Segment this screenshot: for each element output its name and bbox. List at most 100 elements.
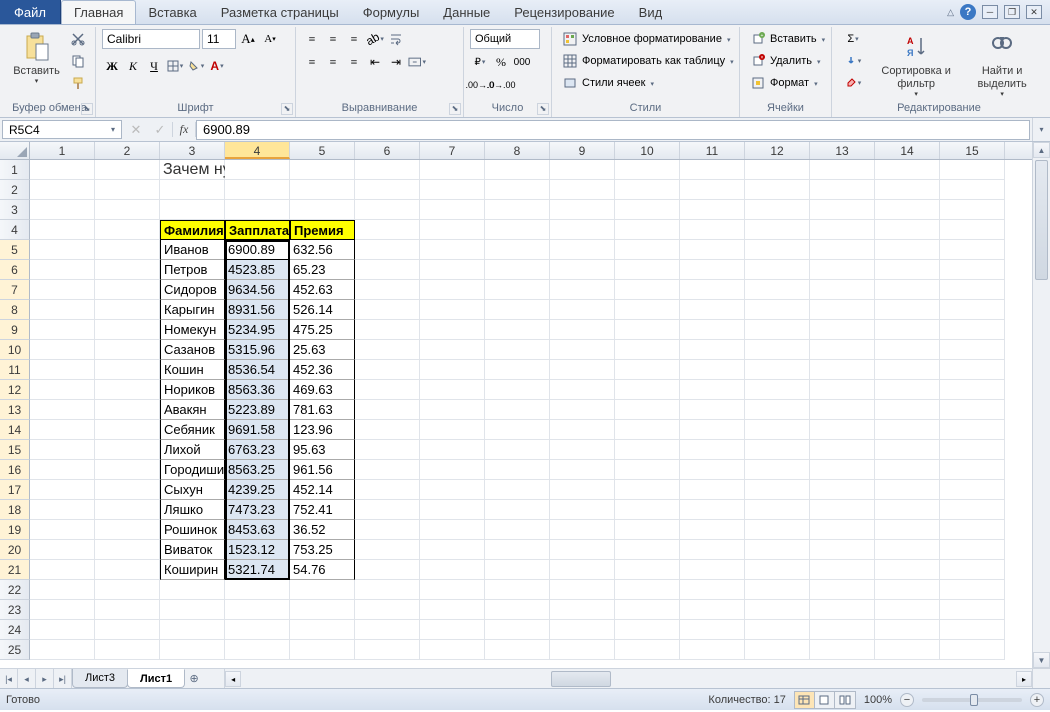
- cell[interactable]: [95, 540, 160, 560]
- cell[interactable]: [680, 220, 745, 240]
- cell[interactable]: [810, 240, 875, 260]
- row-header[interactable]: 3: [0, 200, 30, 220]
- cell[interactable]: [30, 600, 95, 620]
- help-icon[interactable]: ?: [960, 4, 976, 20]
- cell[interactable]: [485, 360, 550, 380]
- cell[interactable]: [95, 560, 160, 580]
- cell[interactable]: [615, 480, 680, 500]
- cell[interactable]: [940, 220, 1005, 240]
- cell[interactable]: [355, 600, 420, 620]
- cell[interactable]: 475.25: [290, 320, 355, 340]
- sheet-nav-prev[interactable]: ◂: [18, 669, 36, 688]
- cell[interactable]: [95, 220, 160, 240]
- cell[interactable]: [95, 460, 160, 480]
- format-as-table-button[interactable]: Форматировать как таблицу: [558, 51, 738, 71]
- cell[interactable]: [745, 460, 810, 480]
- cell[interactable]: [485, 420, 550, 440]
- cell[interactable]: Авакян: [160, 400, 225, 420]
- accounting-format-button[interactable]: ₽: [470, 52, 490, 72]
- zoom-in-button[interactable]: +: [1030, 693, 1044, 707]
- cell[interactable]: [940, 300, 1005, 320]
- row-header[interactable]: 5: [0, 240, 30, 260]
- cell[interactable]: [95, 320, 160, 340]
- cell[interactable]: [680, 340, 745, 360]
- cell[interactable]: [810, 180, 875, 200]
- cell[interactable]: [615, 580, 680, 600]
- orientation-button[interactable]: ab: [365, 29, 385, 49]
- col-header[interactable]: 12: [745, 142, 810, 159]
- row-header[interactable]: 8: [0, 300, 30, 320]
- cell[interactable]: [550, 260, 615, 280]
- cell[interactable]: 526.14: [290, 300, 355, 320]
- cell[interactable]: [420, 560, 485, 580]
- sheet-nav-last[interactable]: ▸|: [54, 669, 72, 688]
- cell[interactable]: [680, 160, 745, 180]
- cell[interactable]: [420, 200, 485, 220]
- cell[interactable]: [940, 500, 1005, 520]
- cell[interactable]: [940, 340, 1005, 360]
- row-header[interactable]: 16: [0, 460, 30, 480]
- cell[interactable]: [875, 420, 940, 440]
- cell[interactable]: [550, 200, 615, 220]
- cell[interactable]: [875, 280, 940, 300]
- cell[interactable]: [160, 620, 225, 640]
- cell[interactable]: [485, 520, 550, 540]
- row-header[interactable]: 15: [0, 440, 30, 460]
- zoom-slider[interactable]: [922, 698, 1022, 702]
- cell[interactable]: [550, 480, 615, 500]
- cell[interactable]: [940, 600, 1005, 620]
- cell[interactable]: [615, 320, 680, 340]
- col-header[interactable]: 4: [225, 142, 290, 159]
- clipboard-launcher[interactable]: ⬊: [81, 103, 93, 115]
- cell[interactable]: [355, 480, 420, 500]
- cell[interactable]: 54.76: [290, 560, 355, 580]
- cell[interactable]: 7473.23: [225, 500, 290, 520]
- cell[interactable]: [420, 540, 485, 560]
- cell[interactable]: [30, 460, 95, 480]
- vertical-scrollbar[interactable]: ▲ ▼: [1032, 142, 1050, 668]
- increase-indent-button[interactable]: ⇥: [386, 52, 406, 72]
- cell[interactable]: [940, 620, 1005, 640]
- cell[interactable]: [95, 180, 160, 200]
- align-middle-button[interactable]: ≡: [323, 29, 343, 49]
- cell[interactable]: [745, 400, 810, 420]
- delete-cells-button[interactable]: × Удалить: [746, 51, 825, 71]
- hscroll-right[interactable]: ▸: [1016, 671, 1032, 687]
- cell[interactable]: [160, 200, 225, 220]
- cell[interactable]: [615, 460, 680, 480]
- cell[interactable]: [95, 380, 160, 400]
- cell[interactable]: [160, 180, 225, 200]
- cell[interactable]: [420, 320, 485, 340]
- cell[interactable]: 25.63: [290, 340, 355, 360]
- cell[interactable]: [30, 320, 95, 340]
- align-bottom-button[interactable]: ≡: [344, 29, 364, 49]
- cell[interactable]: [745, 500, 810, 520]
- number-format-select[interactable]: [470, 29, 540, 49]
- zoom-level[interactable]: 100%: [864, 694, 892, 706]
- cell[interactable]: [355, 420, 420, 440]
- worksheet-grid[interactable]: 123456789101112131415 123456789101112131…: [0, 142, 1050, 668]
- cell[interactable]: 1523.12: [225, 540, 290, 560]
- cell[interactable]: [420, 380, 485, 400]
- cell[interactable]: Кошин: [160, 360, 225, 380]
- cell[interactable]: [615, 540, 680, 560]
- cell[interactable]: [95, 600, 160, 620]
- cell[interactable]: [355, 300, 420, 320]
- cell[interactable]: [875, 320, 940, 340]
- row-header[interactable]: 12: [0, 380, 30, 400]
- cell[interactable]: 6763.23: [225, 440, 290, 460]
- cell[interactable]: [680, 400, 745, 420]
- col-header[interactable]: 8: [485, 142, 550, 159]
- ribbon-tab-6[interactable]: Вид: [627, 0, 675, 24]
- cell[interactable]: [420, 500, 485, 520]
- page-layout-view-button[interactable]: [815, 692, 835, 708]
- cell[interactable]: Запплата: [225, 220, 290, 240]
- format-painter-button[interactable]: [67, 73, 89, 93]
- col-header[interactable]: 14: [875, 142, 940, 159]
- cell[interactable]: [485, 600, 550, 620]
- cell[interactable]: [940, 520, 1005, 540]
- cell[interactable]: 95.63: [290, 440, 355, 460]
- cell[interactable]: Зачем нужен поиск в Excel? Какие его пре…: [160, 160, 225, 180]
- cell[interactable]: [355, 320, 420, 340]
- normal-view-button[interactable]: [795, 692, 815, 708]
